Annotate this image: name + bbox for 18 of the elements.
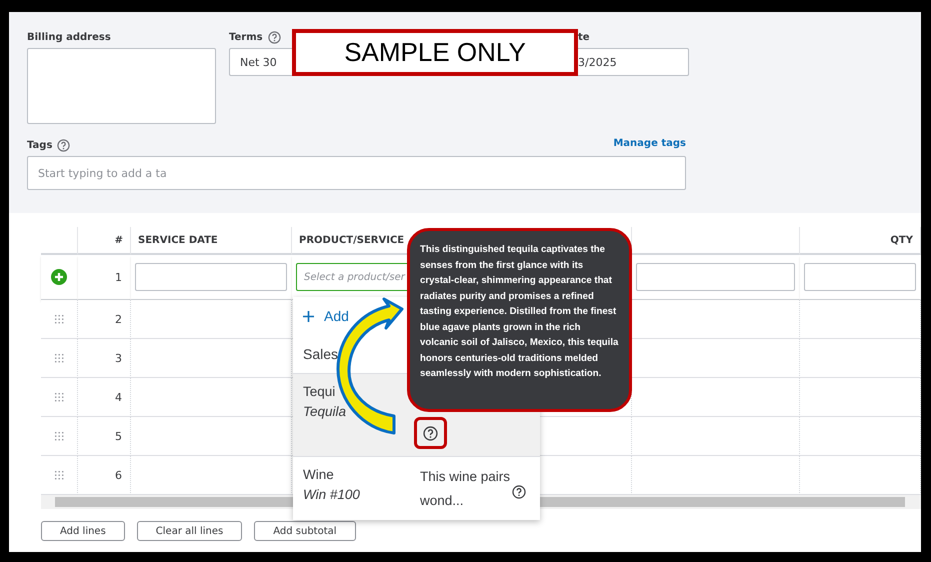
description-tooltip: This distinguished tequila captivates the senses from the first glance with its crystal-clear, shimmering appearance that radiates purity and promises a refined tasting experience. Distilled from the finest blue agave plants grown in the rich volcanic soil of Jalisco, Mexico, this tequila honors centuries-old traditions melded seamlessly with modern sophistication. (407, 228, 632, 412)
row-number: 4 (115, 390, 123, 404)
row-number: 3 (115, 352, 123, 364)
item-name: Tequi (303, 383, 336, 401)
sample-label: SAMPLE ONLY (292, 29, 578, 76)
row-number: 6 (115, 468, 123, 482)
field-label: Billing address (27, 30, 112, 44)
item-description: This wine pairs wond... (420, 468, 511, 510)
field-label: Terms (229, 30, 263, 44)
row-number: 2 (115, 312, 123, 326)
row-number: 1 (115, 270, 123, 284)
section-heading: Sales (303, 346, 338, 362)
row-number: 5 (115, 430, 123, 442)
field-label: Tags (27, 138, 52, 152)
item-sku: Tequila (303, 403, 348, 421)
item-name: Wine (303, 466, 335, 484)
field-label: te (578, 30, 590, 44)
item-sku: Win #100 (303, 486, 361, 504)
